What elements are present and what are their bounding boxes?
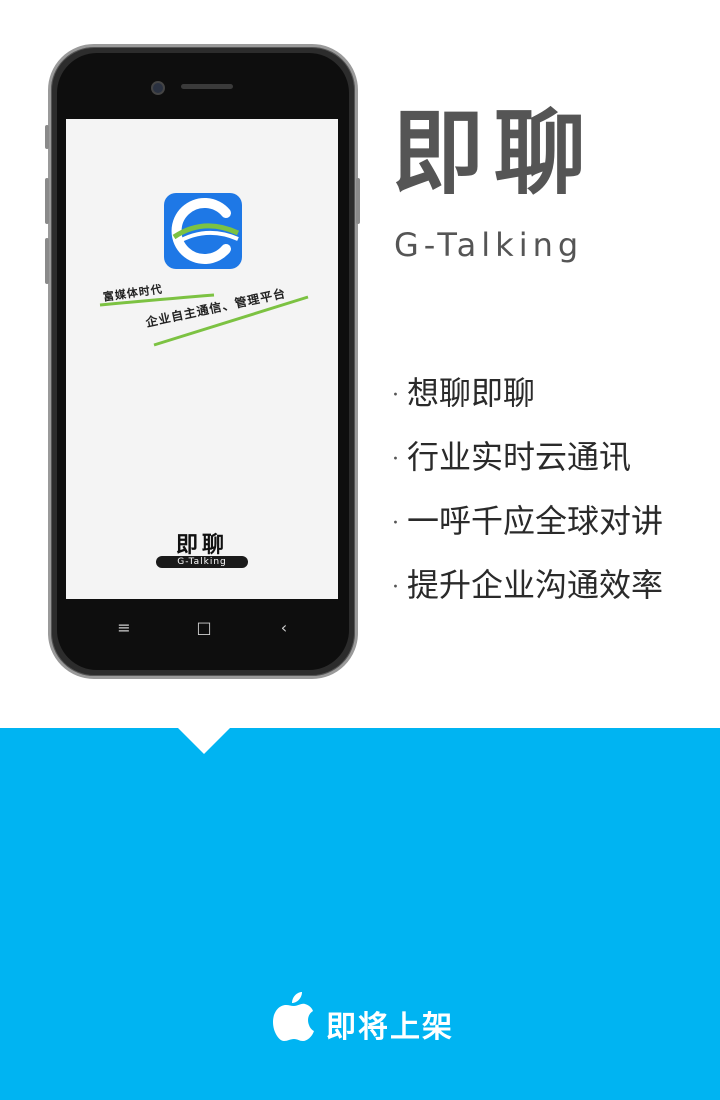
volume-up-button: [45, 178, 49, 224]
feature-item: · 提升企业沟通效率: [392, 562, 663, 626]
volume-down-button: [45, 238, 49, 284]
back-icon[interactable]: ‹: [274, 618, 294, 637]
feature-item: · 行业实时云通讯: [392, 434, 663, 498]
side-button-top: [45, 125, 49, 149]
bullet-icon: ·: [392, 574, 399, 600]
screen-logo-cn: 即聊: [175, 533, 228, 558]
front-camera: [151, 81, 165, 95]
screen-logo-en: G-Talking: [156, 556, 248, 568]
brand-title-en: G-Talking: [394, 226, 584, 264]
feature-text: 行业实时云通讯: [407, 438, 632, 476]
feature-text: 一呼千应全球对讲: [407, 502, 664, 540]
menu-icon[interactable]: ≡: [114, 618, 134, 637]
feature-list: · 想聊即聊 · 行业实时云通讯 · 一呼千应全球对讲 · 提升企业沟通效率: [392, 370, 663, 626]
power-button: [356, 178, 360, 224]
feature-text: 提升企业沟通效率: [407, 566, 664, 604]
coming-soon-label: 即将上架: [326, 1010, 454, 1045]
apple-icon: [272, 990, 316, 1046]
phone-screen: 富媒体时代 企业自主通信、管理平台 即聊 G-Talking: [66, 119, 338, 599]
feature-text: 想聊即聊: [407, 374, 536, 412]
brand-title-cn: 即聊: [392, 100, 597, 207]
earpiece-speaker: [181, 84, 233, 89]
bullet-icon: ·: [392, 382, 399, 408]
home-icon[interactable]: □: [194, 618, 214, 637]
bullet-icon: ·: [392, 446, 399, 472]
feature-item: · 想聊即聊: [392, 370, 663, 434]
feature-item: · 一呼千应全球对讲: [392, 498, 663, 562]
banner-notch: [178, 728, 230, 754]
bullet-icon: ·: [392, 510, 399, 536]
app-logo-icon: [164, 193, 242, 269]
